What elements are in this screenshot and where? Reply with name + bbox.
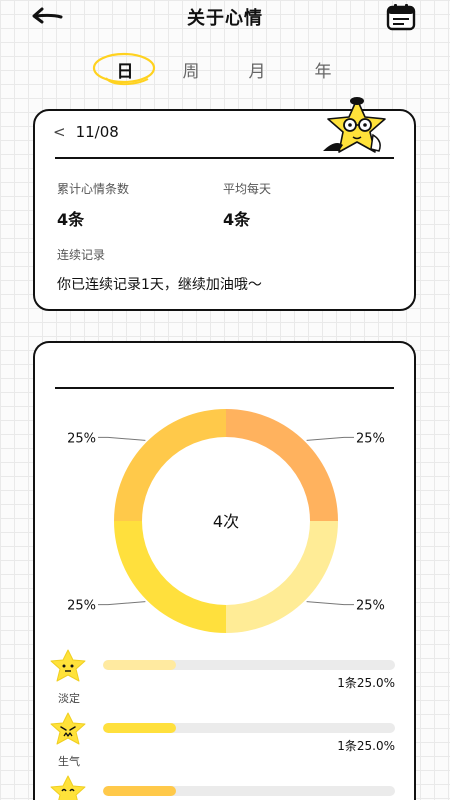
mood-bar-track (103, 723, 395, 733)
period-tabs: 日 周 月 年 (90, 52, 370, 96)
current-date: 11/08 (75, 123, 119, 141)
donut-percent-label: 25% (356, 599, 385, 614)
streak-label: 连续记录 (57, 248, 106, 262)
donut-slice-0 (226, 409, 338, 521)
average-value: 4条 (223, 210, 251, 229)
mood-bar-fill (103, 786, 176, 796)
summary-card: <11/08 累计心情条数 4条 平均每天 4条 连续记录 你已连续记录1天，继… (33, 97, 416, 311)
donut-percent-label: 25% (356, 431, 385, 446)
calendar-icon[interactable] (386, 3, 416, 31)
streak-text: 你已连续记录1天，继续加油哦～ (57, 277, 262, 293)
donut-leader-line-3 (98, 436, 146, 441)
total-label: 累计心情条数 (57, 182, 130, 196)
mood-count-percent: 1条25.0% (337, 739, 395, 753)
happy-face-icon (50, 775, 86, 800)
total-value: 4条 (57, 210, 85, 229)
donut-slice-3 (114, 409, 226, 521)
mood-row-calm[interactable]: 淡定 1条25.0% (49, 648, 399, 708)
calm-face-icon (50, 649, 86, 682)
donut-leader-line-2 (98, 601, 146, 606)
donut-leader-line-1 (306, 601, 354, 606)
tab-day[interactable]: 日 (95, 56, 155, 88)
donut-percent-label: 25% (67, 599, 96, 614)
mood-bar-track (103, 786, 395, 796)
tab-month[interactable]: 月 (227, 56, 287, 88)
donut-slice-2 (114, 521, 226, 633)
donut-center-total: 4次 (213, 512, 239, 531)
tab-week[interactable]: 周 (161, 56, 221, 88)
mood-count-percent: 1条25.0% (337, 676, 395, 690)
mood-name: 生气 (58, 755, 80, 768)
donut-percent-label: 25% (67, 431, 96, 446)
donut-slice-1 (226, 521, 338, 633)
mood-name: 淡定 (58, 692, 80, 705)
mood-row-happy[interactable] (49, 774, 399, 800)
mood-bar-fill (103, 723, 176, 733)
mood-chart-card: 25% 25% 25% 25% 4次 淡定 1条25.0% 生气 1条25.0% (33, 341, 416, 800)
chevron-left-icon[interactable]: < (53, 123, 66, 141)
angry-face-icon (50, 712, 86, 745)
tab-year[interactable]: 年 (293, 56, 353, 88)
mood-bar-fill (103, 660, 176, 670)
date-selector[interactable]: <11/08 (53, 123, 119, 141)
mood-bar-track (103, 660, 395, 670)
donut-leader-line-0 (306, 436, 354, 441)
mood-row-angry[interactable]: 生气 1条25.0% (49, 711, 399, 771)
average-label: 平均每天 (223, 182, 272, 196)
page-title: 关于心情 (187, 8, 263, 29)
header: 关于心情 (0, 0, 450, 34)
card-divider (55, 157, 394, 159)
star-mascot-icon (323, 97, 386, 153)
mood-donut-chart: 25% 25% 25% 25% 4次 (67, 409, 385, 633)
